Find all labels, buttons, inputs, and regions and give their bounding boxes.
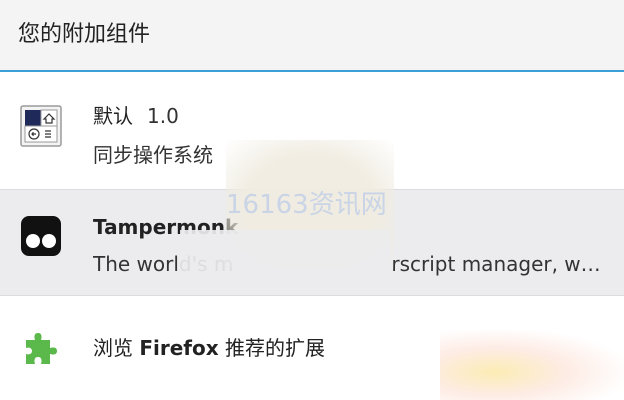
addon-item-tampermonkey[interactable]: Tampermonk The world's m rscript manager,… <box>0 190 624 296</box>
addon-description-end: rscript manager, wit… <box>391 252 605 276</box>
page-title: 您的附加组件 <box>18 22 151 47</box>
browse-recommended-extensions[interactable]: 浏览 Firefox 推荐的扩展 <box>0 296 624 400</box>
addon-version: 1.0 <box>147 104 179 128</box>
browse-title: 浏览 Firefox 推荐的扩展 <box>93 334 325 362</box>
addon-name: 默认 <box>93 104 133 128</box>
addons-page: 您的附加组件 默认 1.0 同步操作系统 Tampermonk The worl… <box>0 0 624 400</box>
addon-title: 默认 1.0 <box>93 102 179 130</box>
addon-description: 同步操作系统 <box>93 143 213 167</box>
addon-item-default[interactable]: 默认 1.0 同步操作系统 <box>0 72 624 190</box>
browse-prefix: 浏览 <box>93 336 140 360</box>
default-theme-icon <box>20 105 62 151</box>
tampermonkey-icon <box>20 215 62 261</box>
puzzle-piece-icon <box>20 328 62 374</box>
addon-description-start: The world's m <box>93 252 234 276</box>
addons-header: 您的附加组件 <box>0 0 624 72</box>
addon-name: Tampermonk <box>93 215 239 239</box>
browse-suffix: 推荐的扩展 <box>218 336 326 360</box>
browse-brand: Firefox <box>139 336 219 360</box>
addon-description: The world's m rscript manager, wit… <box>93 250 605 278</box>
